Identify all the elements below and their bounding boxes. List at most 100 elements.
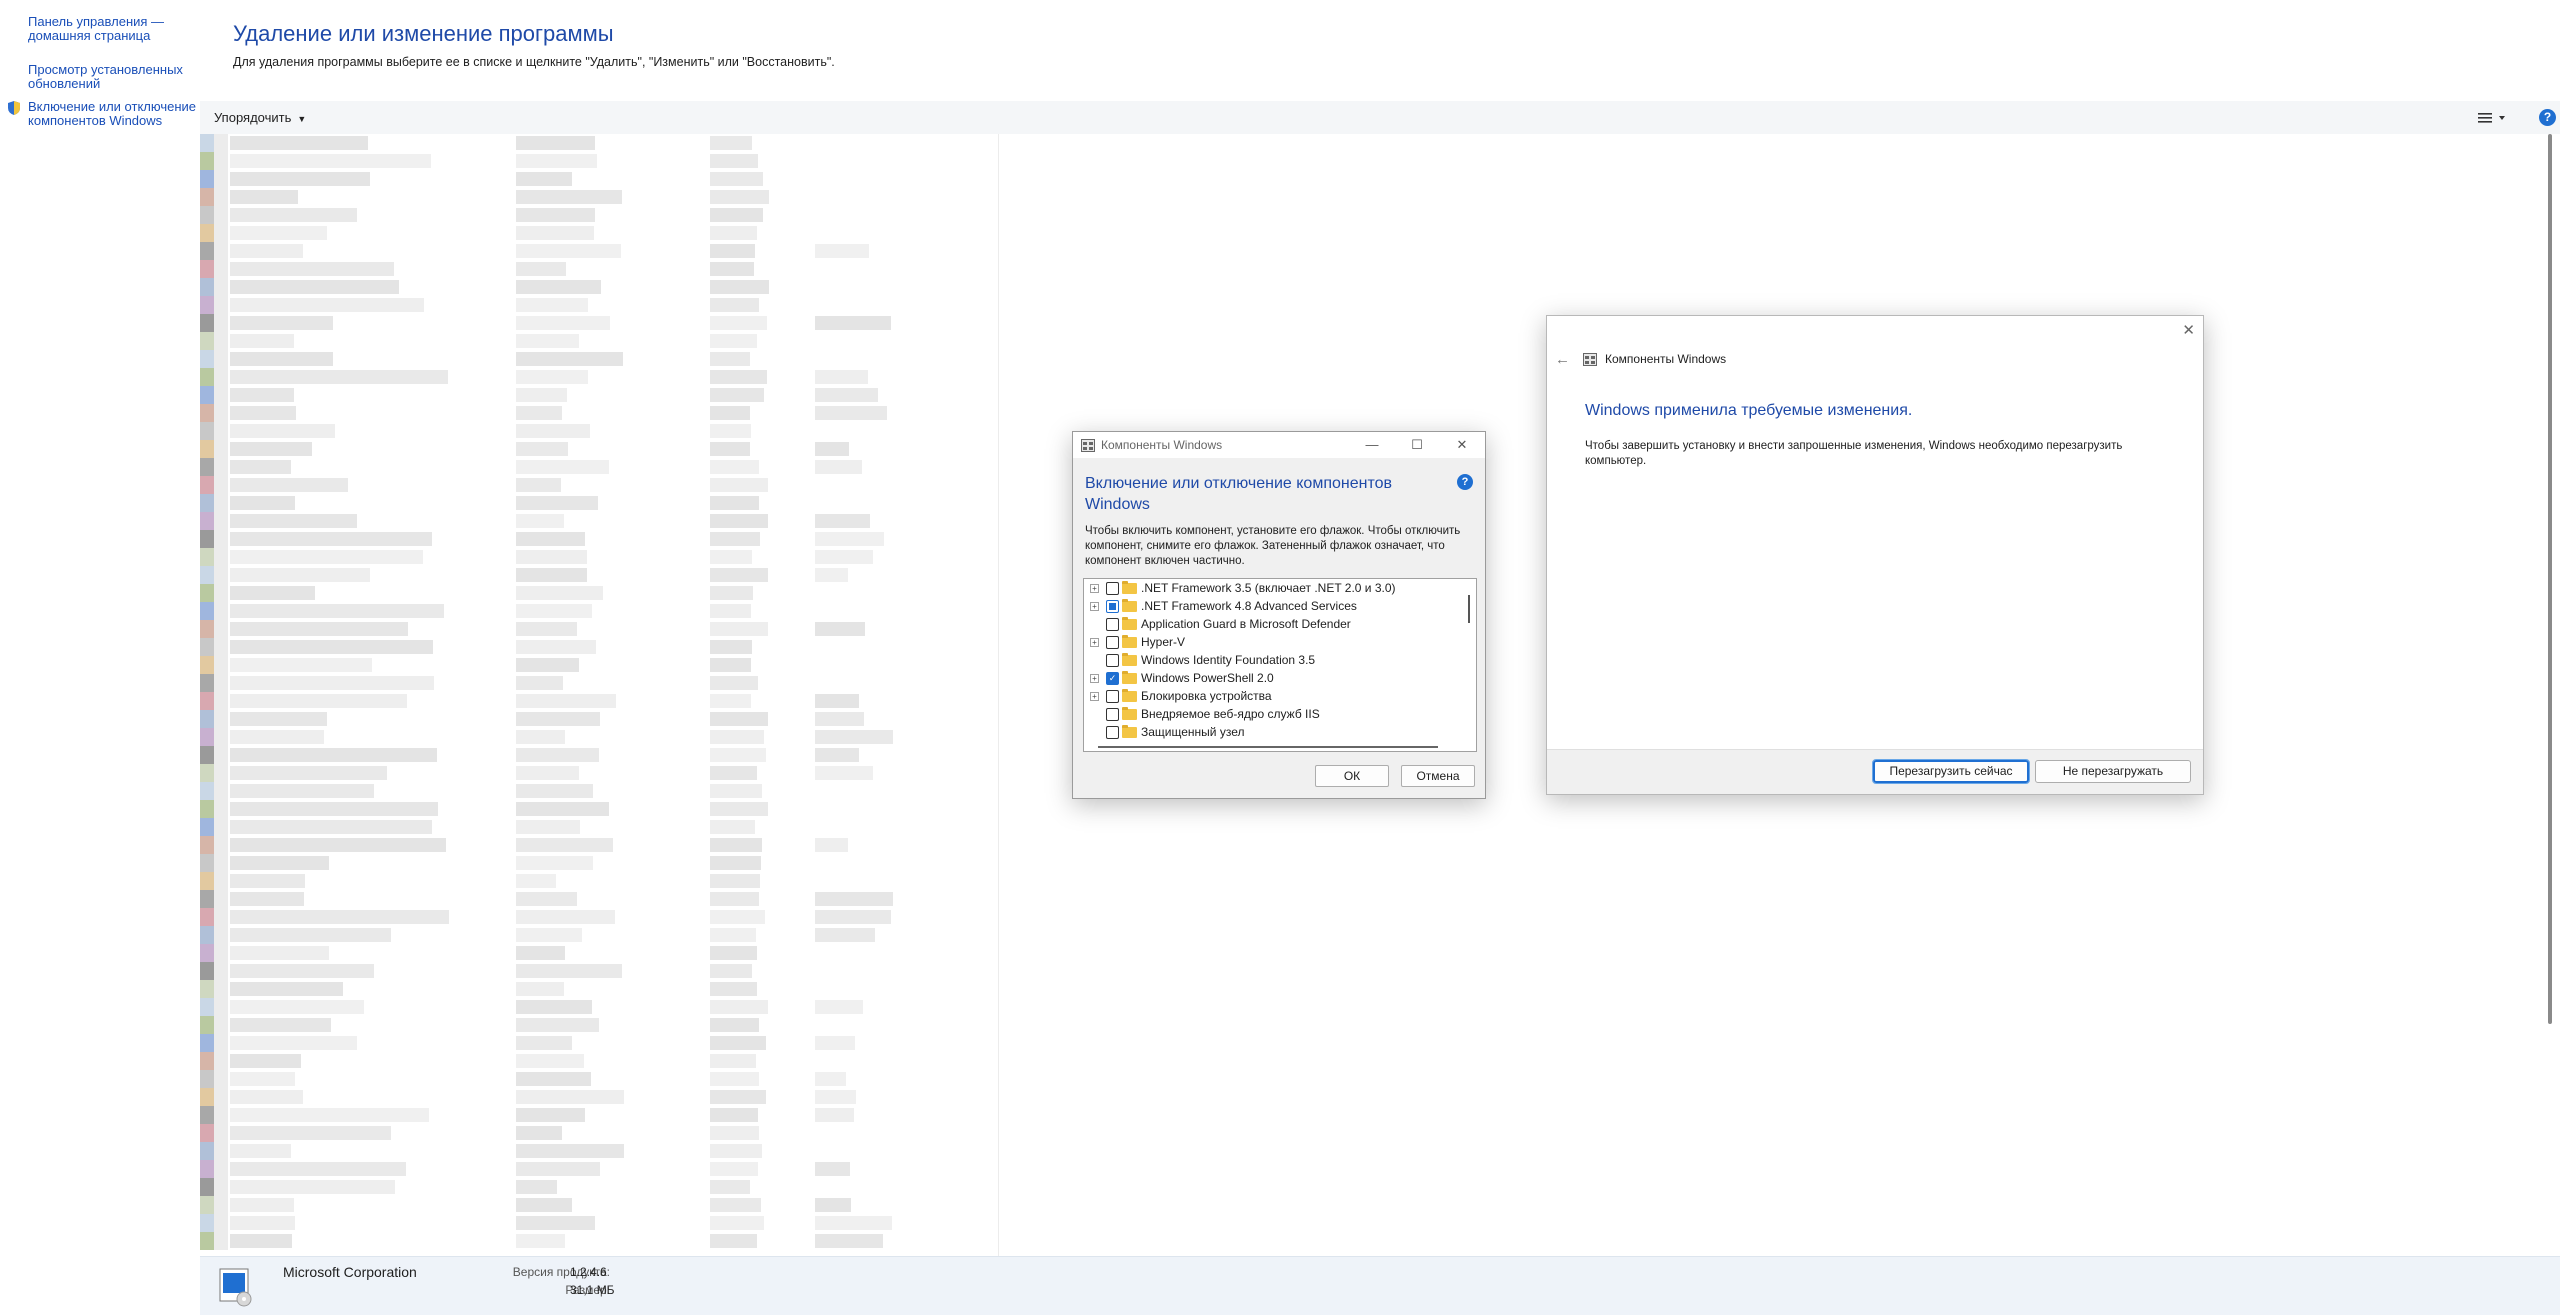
help-icon[interactable]: ? [2539,109,2556,126]
feature-checkbox[interactable] [1106,654,1119,667]
list-item[interactable] [200,566,998,584]
cancel-button[interactable]: Отмена [1401,765,1475,787]
list-item[interactable] [200,1178,998,1196]
feature-item[interactable]: Внедряемое веб-ядро служб IIS [1084,705,1464,723]
dialog-titlebar[interactable]: Компоненты Windows — ☐ ✕ [1073,432,1485,458]
expand-icon[interactable]: + [1090,692,1099,701]
restart-now-button[interactable]: Перезагрузить сейчас [1872,759,2030,784]
expand-icon[interactable]: + [1090,674,1099,683]
tree-vertical-scrollbar[interactable] [1468,595,1470,623]
list-view-icon[interactable] [2476,109,2510,127]
list-item[interactable] [200,134,998,152]
list-item[interactable] [200,746,998,764]
list-item[interactable] [200,314,998,332]
list-item[interactable] [200,170,998,188]
list-item[interactable] [200,764,998,782]
list-item[interactable] [200,800,998,818]
tree-horizontal-scrollbar[interactable] [1098,746,1438,748]
list-item[interactable] [200,386,998,404]
feature-checkbox[interactable] [1106,618,1119,631]
list-item[interactable] [200,1106,998,1124]
dont-restart-button[interactable]: Не перезагружать [2035,760,2191,783]
list-item[interactable] [200,638,998,656]
feature-checkbox[interactable] [1106,708,1119,721]
list-item[interactable] [200,494,998,512]
feature-item[interactable]: Application Guard в Microsoft Defender [1084,615,1464,633]
list-item[interactable] [200,692,998,710]
list-item[interactable] [200,476,998,494]
list-item[interactable] [200,332,998,350]
features-tree[interactable]: Защищенный узел Внедряемое веб-ядро служб… [1083,578,1477,752]
list-item[interactable] [200,152,998,170]
feature-checkbox[interactable]: ✓ [1106,672,1119,685]
list-item[interactable] [200,1070,998,1088]
list-item[interactable] [200,206,998,224]
sidebar-link-windows-features[interactable]: Включение или отключение компонентов Win… [28,100,196,128]
vertical-scrollbar[interactable] [2548,134,2552,1024]
feature-item[interactable]: + .NET Framework 3.5 (включает .NET 2.0 и… [1084,579,1464,597]
list-item[interactable] [200,440,998,458]
list-item[interactable] [200,674,998,692]
feature-item[interactable]: + ✓ Windows PowerShell 2.0 [1084,669,1464,687]
list-item[interactable] [200,1196,998,1214]
list-item[interactable] [200,188,998,206]
list-item[interactable] [200,710,998,728]
list-item[interactable] [200,512,998,530]
list-item[interactable] [200,1232,998,1250]
info-icon[interactable]: ? [1457,474,1473,490]
list-item[interactable] [200,728,998,746]
list-item[interactable] [200,422,998,440]
list-item[interactable] [200,602,998,620]
list-item[interactable] [200,404,998,422]
feature-checkbox[interactable] [1106,690,1119,703]
ok-button[interactable]: ОК [1315,765,1389,787]
list-item[interactable] [200,962,998,980]
list-item[interactable] [200,818,998,836]
feature-item[interactable]: Windows Identity Foundation 3.5 [1084,651,1464,669]
sort-button[interactable]: Упорядочить ▼ [214,110,306,125]
list-item[interactable] [200,1160,998,1178]
feature-checkbox[interactable] [1106,600,1119,613]
list-item[interactable] [200,1016,998,1034]
list-item[interactable] [200,458,998,476]
list-item[interactable] [200,350,998,368]
list-item[interactable] [200,980,998,998]
list-item[interactable] [200,998,998,1016]
list-item[interactable] [200,782,998,800]
expand-icon[interactable]: + [1090,638,1099,647]
list-item[interactable] [200,1124,998,1142]
list-item[interactable] [200,944,998,962]
list-item[interactable] [200,260,998,278]
list-item[interactable] [200,656,998,674]
minimize-icon[interactable]: — [1361,435,1383,455]
list-item[interactable] [200,530,998,548]
close-icon[interactable]: ✕ [1451,435,1473,455]
list-item[interactable] [200,620,998,638]
expand-icon[interactable]: + [1090,584,1099,593]
list-item[interactable] [200,1214,998,1232]
list-item[interactable] [200,1034,998,1052]
list-item[interactable] [200,584,998,602]
list-item[interactable] [200,368,998,386]
list-item[interactable] [200,926,998,944]
list-item[interactable] [200,854,998,872]
list-item[interactable] [200,548,998,566]
list-item[interactable] [200,908,998,926]
maximize-icon[interactable]: ☐ [1406,435,1428,455]
sidebar-link-view-installed-updates[interactable]: Просмотр установленных обновлений [28,63,183,91]
feature-item[interactable]: + Блокировка устройства [1084,687,1464,705]
list-item[interactable] [200,872,998,890]
expand-icon[interactable]: + [1090,602,1099,611]
list-item[interactable] [200,1088,998,1106]
feature-checkbox[interactable] [1106,636,1119,649]
list-item[interactable] [200,242,998,260]
list-item[interactable] [200,1052,998,1070]
feature-checkbox[interactable] [1106,726,1119,739]
feature-item[interactable]: + Hyper-V [1084,633,1464,651]
back-arrow-icon[interactable]: ← [1555,351,1570,368]
program-list[interactable] [200,134,998,1256]
close-icon[interactable]: ✕ [2182,321,2195,339]
feature-checkbox[interactable] [1106,582,1119,595]
sidebar-link-control-panel-home[interactable]: Панель управления — домашняя страница [28,15,164,43]
list-item[interactable] [200,836,998,854]
